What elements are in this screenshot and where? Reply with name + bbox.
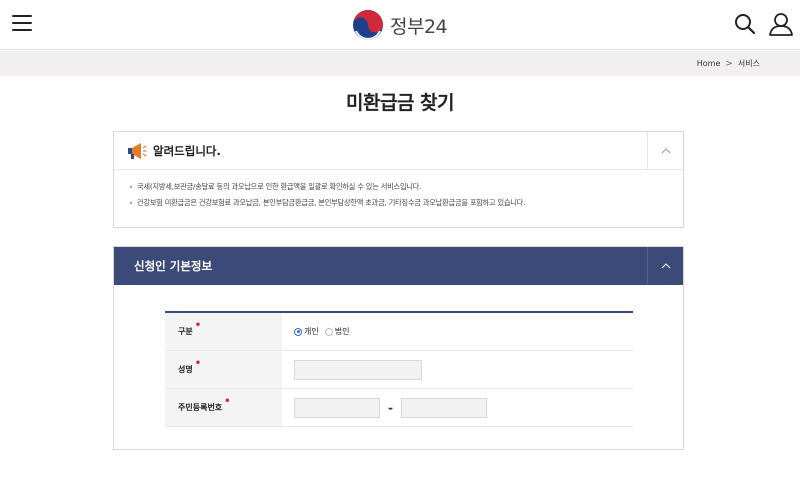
notice-header: 알려드립니다.: [114, 132, 683, 170]
applicant-form: 구분 • 개인 법인 성명 • 주민등록번호 • -: [165, 311, 633, 427]
notice-box: 알려드립니다. 국세(지방세,보관금/송달료 등의 과오납으로 인한 환급액을 …: [113, 131, 684, 228]
required-mark: •: [194, 358, 202, 369]
form-row-name: 성명 •: [165, 351, 633, 389]
name-label-text: 성명: [178, 365, 193, 374]
radio-dot-checked: [294, 327, 302, 336]
rrn-label-text: 주민등록번호: [178, 403, 223, 412]
rrn-back-input[interactable]: [400, 397, 487, 418]
notice-title: 알려드립니다.: [153, 144, 221, 158]
rrn-label: 주민등록번호 •: [165, 389, 282, 426]
logo-text: 정부24: [390, 15, 448, 38]
applicant-info-header: 신청인 기본정보: [114, 247, 683, 285]
notice-collapse-button[interactable]: [647, 132, 683, 170]
required-mark: •: [194, 320, 202, 331]
type-label-text: 구분: [178, 327, 193, 336]
site-header: 정부24: [0, 0, 800, 50]
notice-list: 국세(지방세,보관금/송달료 등의 과오납으로 인한 환급액을 일괄로 확인하실…: [114, 170, 683, 208]
user-icon[interactable]: [768, 12, 794, 36]
radio-individual[interactable]: 개인: [294, 326, 319, 337]
radio-corporation-label: 법인: [334, 327, 350, 336]
taegeuk-logo-icon: [353, 10, 383, 41]
form-row-type: 구분 • 개인 법인: [165, 313, 633, 351]
name-field: [282, 351, 633, 388]
name-label: 성명 •: [165, 351, 282, 388]
applicant-info-panel: 신청인 기본정보 구분 • 개인 법인 성명 • 주민등록번호 • -: [113, 246, 684, 450]
search-icon[interactable]: [734, 13, 756, 35]
name-input[interactable]: [294, 359, 422, 380]
chevron-up-icon: [661, 263, 670, 269]
applicant-collapse-button[interactable]: [647, 247, 683, 285]
notice-item: 건강보험 미환급금은 건강보험료 과오납금, 본인부담금환급금, 본인부담상한액…: [130, 198, 683, 208]
radio-dot: [324, 327, 333, 336]
breadcrumb: Home > 서비스: [0, 51, 800, 76]
required-mark: •: [224, 396, 231, 407]
notice-item: 국세(지방세,보관금/송달료 등의 과오납으로 인한 환급액을 일괄로 확인하실…: [130, 182, 683, 192]
rrn-field: -: [282, 389, 633, 426]
type-label: 구분 •: [165, 313, 282, 350]
page-title: 미환급금 찾기: [346, 92, 455, 114]
form-row-rrn: 주민등록번호 • -: [165, 389, 633, 427]
site-logo[interactable]: 정부24: [352, 9, 448, 41]
chevron-up-icon: [661, 148, 670, 154]
breadcrumb-separator: >: [725, 58, 733, 69]
hamburger-menu-icon[interactable]: [12, 15, 32, 33]
rrn-front-input[interactable]: [294, 397, 380, 418]
rrn-separator: -: [388, 400, 393, 415]
radio-corporation[interactable]: 법인: [324, 326, 350, 337]
breadcrumb-service-link[interactable]: 서비스: [738, 58, 760, 69]
radio-individual-label: 개인: [304, 327, 319, 336]
breadcrumb-home-link[interactable]: Home: [697, 59, 721, 68]
type-field: 개인 법인: [282, 313, 633, 350]
megaphone-icon: [128, 143, 147, 159]
applicant-info-title: 신청인 기본정보: [134, 259, 213, 273]
